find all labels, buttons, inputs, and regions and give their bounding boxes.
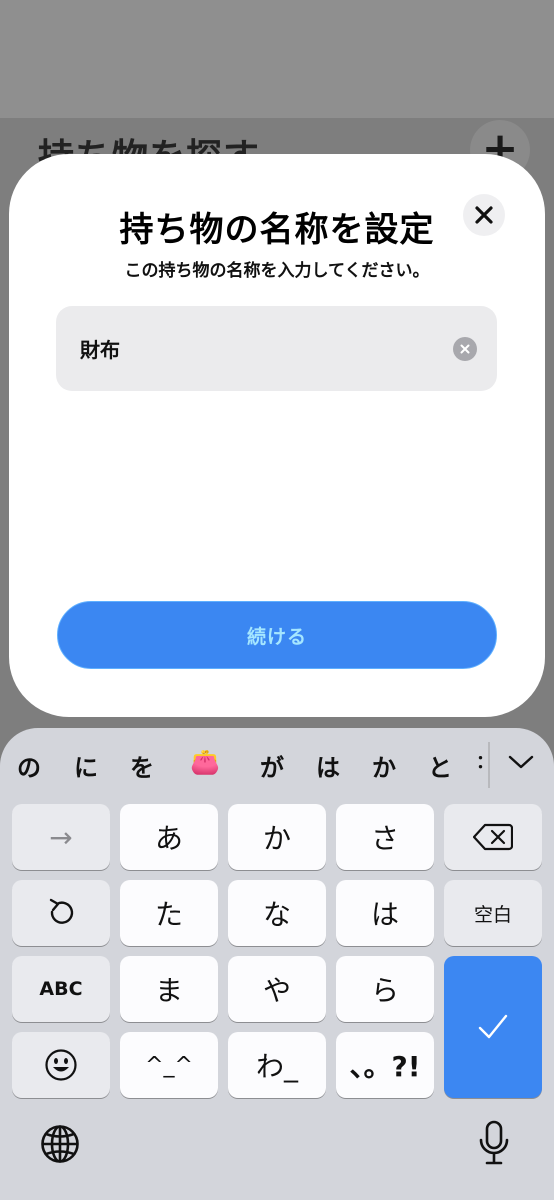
key-punctuation[interactable]: 、。?! [336,1032,434,1098]
key-sa[interactable]: さ [336,804,434,870]
suggestion-item[interactable]: か [372,748,396,783]
space-key[interactable]: 空白 [444,880,542,946]
suggestion-item[interactable]: と [428,748,452,783]
key-ka[interactable]: か [228,804,326,870]
key-a[interactable]: あ [120,804,218,870]
key-kaomoji[interactable]: ^_^ [120,1032,218,1098]
emoji-icon [45,1049,77,1081]
close-button[interactable] [463,194,505,236]
clear-circle-icon [460,344,470,354]
suggestion-item[interactable]: に [74,748,98,783]
suggestion-item[interactable]: ： [476,748,494,774]
key-ha[interactable]: は [336,880,434,946]
close-icon [475,206,493,224]
status-area [0,0,554,118]
emoji-key[interactable] [12,1032,110,1098]
key-ta[interactable]: た [120,880,218,946]
key-ya[interactable]: や [228,956,326,1022]
suggestion-bar: の に を 👛 が は か と ： [0,728,554,798]
checkmark-icon [478,1014,508,1039]
microphone-icon[interactable] [478,1120,510,1166]
key-ra[interactable]: ら [336,956,434,1022]
modal-subtitle: この持ち物の名称を入力してください。 [124,261,430,281]
suggestion-divider [488,742,490,788]
screen: 持ち物を探す + 持ち物の名称を設定 この持ち物の名称を入力してください。 続け… [0,0,554,1200]
globe-icon[interactable] [40,1124,80,1164]
japanese-keyboard: の に を 👛 が は か と ： → あ か さ た な は 空白 ABC ま… [0,728,554,1200]
undo-icon [49,898,74,924]
suggestion-item[interactable]: の [17,748,41,783]
abc-key[interactable]: ABC [12,956,110,1022]
item-name-input[interactable] [80,306,440,391]
confirm-key[interactable] [444,956,542,1098]
backspace-icon [473,823,513,851]
key-ma[interactable]: ま [120,956,218,1022]
cursor-right-key[interactable]: → [12,804,110,870]
key-na[interactable]: な [228,880,326,946]
item-name-field[interactable] [56,306,497,391]
name-setting-modal: 持ち物の名称を設定 この持ち物の名称を入力してください。 続ける [9,154,545,717]
chevron-down-icon[interactable] [508,754,534,770]
continue-button[interactable]: 続ける [57,601,497,669]
key-wa[interactable]: わ_ [228,1032,326,1098]
backspace-key[interactable] [444,804,542,870]
suggestion-item[interactable]: を [130,748,154,783]
clear-text-button[interactable] [453,337,477,361]
suggestion-purse-emoji[interactable]: 👛 [190,748,220,776]
suggestion-item[interactable]: が [260,748,284,783]
undo-key[interactable] [12,880,110,946]
suggestion-item[interactable]: は [316,748,340,783]
